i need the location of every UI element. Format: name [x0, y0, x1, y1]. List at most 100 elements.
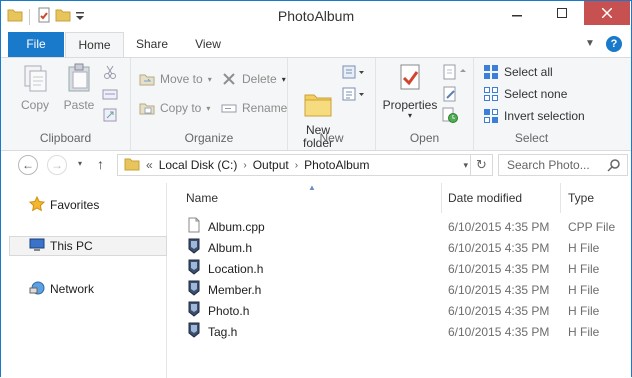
- computer-icon: [29, 237, 45, 256]
- maximize-button[interactable]: [539, 1, 584, 25]
- h-file-icon: [186, 238, 202, 257]
- breadcrumb-local-disk[interactable]: Local Disk (C:): [159, 158, 238, 172]
- chevron-right-icon[interactable]: ›: [295, 160, 298, 171]
- search-box[interactable]: Search Photo...: [498, 154, 628, 176]
- file-row[interactable]: Member.h 6/10/2015 4:35 PM H File: [176, 279, 631, 300]
- folder-icon: [124, 157, 140, 174]
- recent-locations-icon[interactable]: ▾: [78, 159, 82, 168]
- select-all-button[interactable]: Select all: [483, 62, 553, 82]
- select-none-label: Select none: [504, 87, 568, 101]
- nav-item-this-pc[interactable]: This PC: [9, 236, 167, 256]
- new-item-icon[interactable]: [342, 64, 366, 83]
- file-name-cell: Album.cpp: [186, 217, 265, 236]
- chevron-right-icon[interactable]: ›: [243, 160, 246, 171]
- edit-icon[interactable]: [442, 86, 458, 105]
- organize-group: Move to ▾ Copy to ▾ Delete ▾ Rename Orga…: [131, 58, 288, 150]
- file-date: 6/10/2015 4:35 PM: [448, 240, 550, 255]
- ribbon-tabs: File Home Share View ▼ ?: [1, 32, 631, 58]
- move-to-button[interactable]: Move to ▾: [139, 69, 212, 89]
- forward-button[interactable]: →: [47, 155, 67, 175]
- cut-icon[interactable]: [102, 64, 118, 83]
- file-name: Album.h: [208, 240, 253, 255]
- file-row[interactable]: Photo.h 6/10/2015 4:35 PM H File: [176, 300, 631, 321]
- file-name: Location.h: [208, 261, 264, 276]
- search-placeholder: Search Photo...: [507, 158, 590, 172]
- nav-label-network: Network: [50, 282, 95, 296]
- file-type: H File: [568, 324, 600, 339]
- file-row[interactable]: Location.h 6/10/2015 4:35 PM H File: [176, 258, 631, 279]
- h-file-icon: [186, 280, 202, 299]
- tab-file[interactable]: File: [8, 32, 64, 57]
- properties-button[interactable]: Properties ▾: [381, 62, 439, 120]
- file-list: ▲ Name Date modified Type Album.cpp 6/10…: [176, 183, 631, 378]
- column-divider[interactable]: [441, 183, 442, 213]
- column-header-type[interactable]: Type: [568, 183, 594, 213]
- file-name-cell: Tag.h: [186, 322, 237, 341]
- close-icon: [602, 8, 612, 18]
- minimize-button[interactable]: [494, 1, 539, 25]
- copy-to-button[interactable]: Copy to ▾: [139, 98, 210, 118]
- back-button[interactable]: ←: [18, 155, 38, 175]
- copy-to-icon: [139, 100, 155, 116]
- close-button[interactable]: [584, 1, 630, 25]
- move-to-icon: [139, 71, 155, 87]
- select-all-label: Select all: [504, 65, 553, 79]
- help-icon[interactable]: ?: [606, 36, 622, 52]
- open-icon[interactable]: [442, 64, 468, 83]
- copy-button[interactable]: Copy: [15, 62, 55, 112]
- expand-ribbon-icon[interactable]: ▼: [585, 38, 595, 49]
- file-date: 6/10/2015 4:35 PM: [448, 303, 550, 318]
- refresh-icon: ↻: [476, 157, 487, 172]
- paste-shortcut-icon[interactable]: [102, 107, 118, 126]
- file-name: Album.cpp: [208, 219, 265, 234]
- copy-to-dropdown-icon: ▾: [206, 103, 211, 113]
- address-bar[interactable]: « Local Disk (C:) › Output › PhotoAlbum …: [117, 154, 493, 176]
- rename-label: Rename: [242, 101, 288, 115]
- file-type: H File: [568, 261, 600, 276]
- history-icon[interactable]: [442, 107, 458, 126]
- select-group: Select all Select none Invert selection …: [474, 58, 589, 150]
- breadcrumb-output[interactable]: Output: [253, 158, 289, 172]
- column-header-date[interactable]: Date modified: [448, 183, 522, 213]
- column-header-name[interactable]: Name: [186, 183, 218, 213]
- nav-item-favorites[interactable]: Favorites: [1, 195, 167, 215]
- invert-selection-icon: [483, 108, 499, 124]
- column-divider[interactable]: [560, 183, 561, 213]
- rename-button[interactable]: Rename: [221, 98, 287, 118]
- up-arrow-icon[interactable]: ↑: [97, 156, 104, 172]
- tab-home[interactable]: Home: [65, 32, 124, 58]
- breadcrumb-photoalbum[interactable]: PhotoAlbum: [304, 158, 369, 172]
- file-name: Tag.h: [208, 324, 238, 339]
- select-none-button[interactable]: Select none: [483, 84, 567, 104]
- select-all-icon: [483, 64, 499, 80]
- invert-selection-button[interactable]: Invert selection: [483, 106, 585, 126]
- copy-to-label: Copy to: [160, 101, 202, 115]
- copy-path-icon[interactable]: [102, 86, 118, 105]
- file-row[interactable]: Tag.h 6/10/2015 4:35 PM H File: [176, 321, 631, 342]
- star-icon: [28, 195, 46, 215]
- tab-view[interactable]: View: [181, 32, 235, 57]
- select-none-icon: [483, 86, 499, 102]
- invert-selection-label: Invert selection: [504, 109, 585, 123]
- address-overflow[interactable]: «: [146, 158, 153, 172]
- easy-access-icon[interactable]: [342, 86, 366, 105]
- nav-item-network[interactable]: Network: [1, 279, 167, 299]
- new-folder-icon: [302, 75, 334, 117]
- navigation-pane: Favorites This PC Network: [1, 183, 167, 378]
- delete-button[interactable]: Delete ▾: [221, 69, 286, 89]
- rename-icon: [221, 100, 237, 116]
- refresh-button[interactable]: ↻: [470, 155, 492, 175]
- file-type: H File: [568, 240, 600, 255]
- move-to-dropdown-icon: ▾: [207, 74, 212, 84]
- h-file-icon: [186, 322, 202, 341]
- file-row[interactable]: Album.h 6/10/2015 4:35 PM H File: [176, 237, 631, 258]
- file-row[interactable]: Album.cpp 6/10/2015 4:35 PM CPP File: [176, 216, 631, 237]
- file-name-cell: Member.h: [186, 280, 261, 299]
- tab-share[interactable]: Share: [125, 32, 179, 57]
- move-to-label: Move to: [160, 72, 203, 86]
- address-dropdown-icon[interactable]: ▾: [463, 160, 468, 171]
- clipboard-group-label: Clipboard: [39, 131, 92, 145]
- paste-label: Paste: [63, 98, 95, 112]
- paste-button[interactable]: Paste: [59, 62, 99, 112]
- delete-icon: [221, 71, 237, 87]
